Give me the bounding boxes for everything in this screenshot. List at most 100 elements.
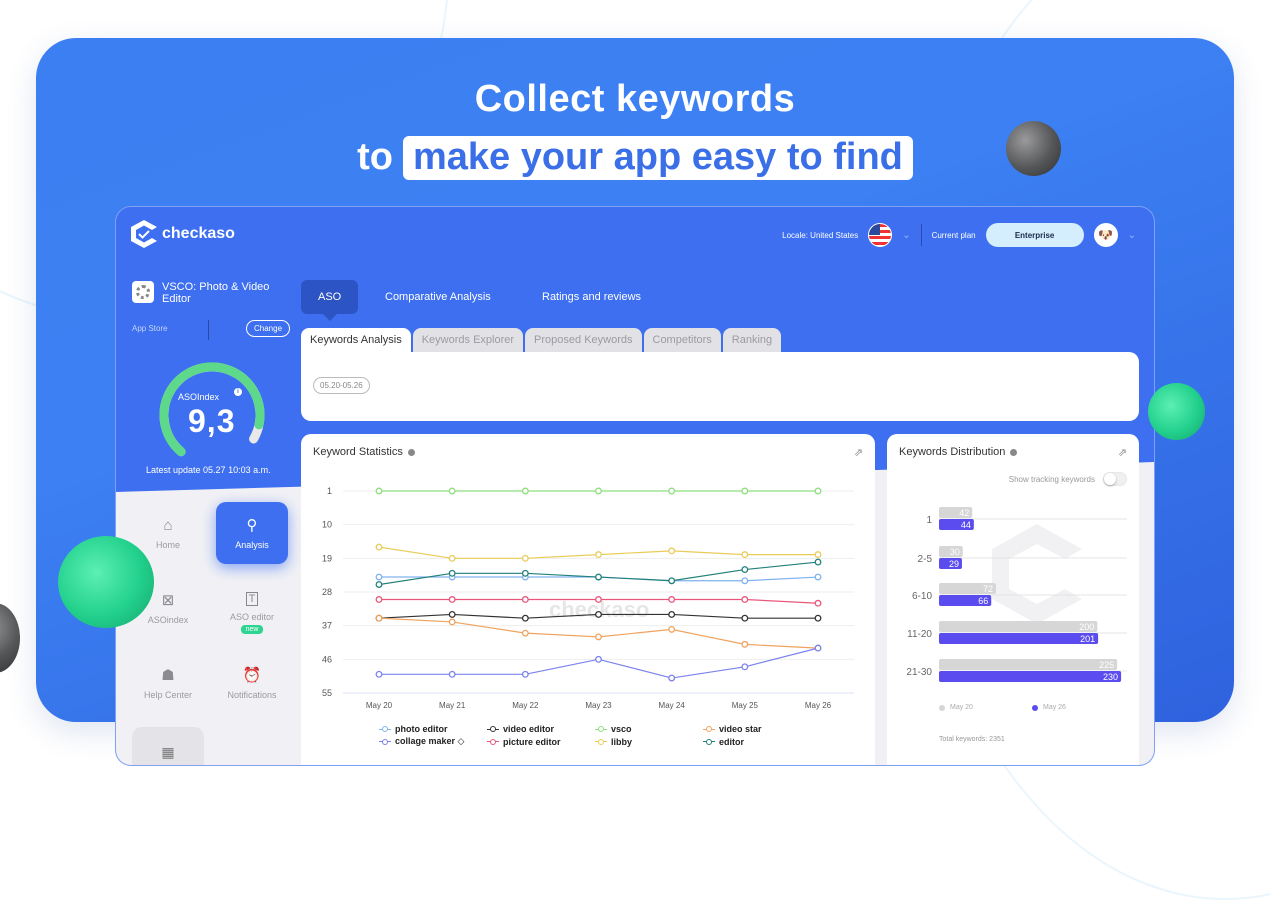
keyword-statistics-chart: 1 10 19 28 37 46 55 May 20 May 21 May 22 May 23 May… [322,486,854,710]
nav-aso-editor[interactable]: T ASO editor new [216,582,288,644]
home-icon: ⌂ [163,516,173,534]
legend-label: May 26 [1043,704,1066,711]
data-point [741,663,749,671]
legend-item[interactable]: video star [703,724,803,734]
legend-item[interactable]: libby [595,736,703,747]
data-point [741,577,749,585]
legend-marker-icon [379,738,391,745]
data-point [521,596,529,603]
data-point [814,644,822,652]
legend-item[interactable]: collage maker ◇ [379,736,487,747]
legend-label: vsco [611,724,632,734]
subtab-ranking[interactable]: Ranking [722,328,782,352]
alarm-clock-icon: ⏰ [242,667,262,684]
us-flag-icon[interactable] [868,223,893,247]
data-point [741,640,749,648]
bar-value-label: 42 [959,508,969,518]
legend-item[interactable]: picture editor [487,736,595,747]
data-point [814,487,822,495]
bar-value-label: 72 [983,584,993,594]
nav-notifications[interactable]: ⏰ Notifications [216,652,288,714]
data-point [448,618,456,626]
brand-logo[interactable]: checkaso [130,219,235,249]
help-center-icon: ☗ [161,667,175,684]
change-app-button[interactable]: Change [246,320,291,337]
legend-item[interactable]: video editor [487,724,595,734]
data-point [375,670,383,678]
app-icon [132,281,154,303]
data-point [375,614,383,622]
category-label: 1 [926,515,932,526]
aso-index-value: 9,3 [188,403,236,439]
data-point [668,547,676,555]
headline-highlight: make your app easy to find [402,136,913,180]
data-point [448,670,456,678]
y-tick-label: 37 [322,621,332,631]
nav-help-center[interactable]: ☗ Help Center [132,652,204,714]
decorative-sphere [0,603,20,673]
category-label: 6-10 [912,591,932,602]
data-point [595,596,602,603]
category-label: 11-20 [907,629,932,640]
legend-may-20: May 20 [939,704,973,711]
tab-aso[interactable]: ASO [301,280,359,321]
watermark-logo [992,524,1082,624]
legend-marker-icon [595,738,607,745]
data-point [448,569,456,577]
bar-value-label: 201 [1080,634,1095,644]
legend-label: editor [719,736,745,747]
category-label: 21-30 [906,667,932,678]
legend-dot [1032,704,1038,711]
nav-analysis[interactable]: ⚲ Analysis [216,502,288,564]
data-point [814,614,822,622]
nav-label: Home [155,539,180,550]
subtab-proposed-keywords[interactable]: Proposed Keywords [525,328,642,352]
info-icon[interactable]: i [234,388,242,396]
data-point [814,558,822,566]
filter-panel: 05.20-05.26 [301,352,1139,421]
bar-value-label: 66 [978,596,988,606]
legend-item[interactable]: photo editor [379,724,487,734]
legend-item[interactable]: vsco [595,724,703,734]
bar-value-label: 225 [1099,660,1114,670]
x-tick-label: May 25 [732,701,759,710]
locale-chevron-down-icon[interactable]: ⌄ [902,230,910,241]
brand-name: checkaso [162,225,235,242]
profile-chevron-down-icon[interactable]: ⌄ [1128,230,1136,241]
keywords-distribution-chart: 1 42 44 2-5 30 29 6-10 72 66 11-20 200 201 21-30 225 2… [906,507,1127,682]
bar-May-20 [939,621,1098,632]
subtab-keywords-analysis[interactable]: Keywords Analysis [301,328,411,352]
subtab-keywords-explorer[interactable]: Keywords Explorer [412,328,524,352]
add-widget-button[interactable]: ▦ [132,727,204,765]
data-point [595,655,602,663]
legend-marker-icon [703,726,715,732]
headline-line1: Collect keywords [474,78,796,120]
data-point [521,614,529,622]
tab-comparative-analysis[interactable]: Comparative Analysis [385,280,491,314]
subtab-competitors[interactable]: Competitors [643,328,721,352]
x-tick-label: May 20 [366,701,393,710]
nav-label: ASOindex [147,615,189,625]
date-range-chip[interactable]: 05.20-05.26 [313,377,370,394]
series-line-video-star [378,617,819,649]
x-tick-label: May 23 [585,701,612,710]
legend-item[interactable]: editor [703,736,803,747]
bar-May-26 [939,671,1122,682]
legend-marker-icon [379,726,391,732]
y-tick-label: 55 [322,688,332,698]
new-badge: new [240,625,264,634]
keywords-distribution-card: Keywords Distribution ⇗ Show tracking ke… [887,434,1139,765]
plan-button[interactable]: Enterprise [985,223,1084,247]
x-tick-label: May 21 [439,701,466,710]
data-point [668,487,676,495]
tab-ratings-and-reviews[interactable]: Ratings and reviews [542,280,641,314]
legend-marker-icon [487,738,499,745]
data-point [814,599,822,607]
nav-label: Analysis [235,540,269,550]
decorative-sphere [58,536,154,628]
data-point [814,573,822,581]
avatar[interactable]: 🐶 [1093,223,1118,247]
data-point [375,596,383,603]
data-point [448,610,456,618]
decorative-sphere [1148,383,1205,440]
